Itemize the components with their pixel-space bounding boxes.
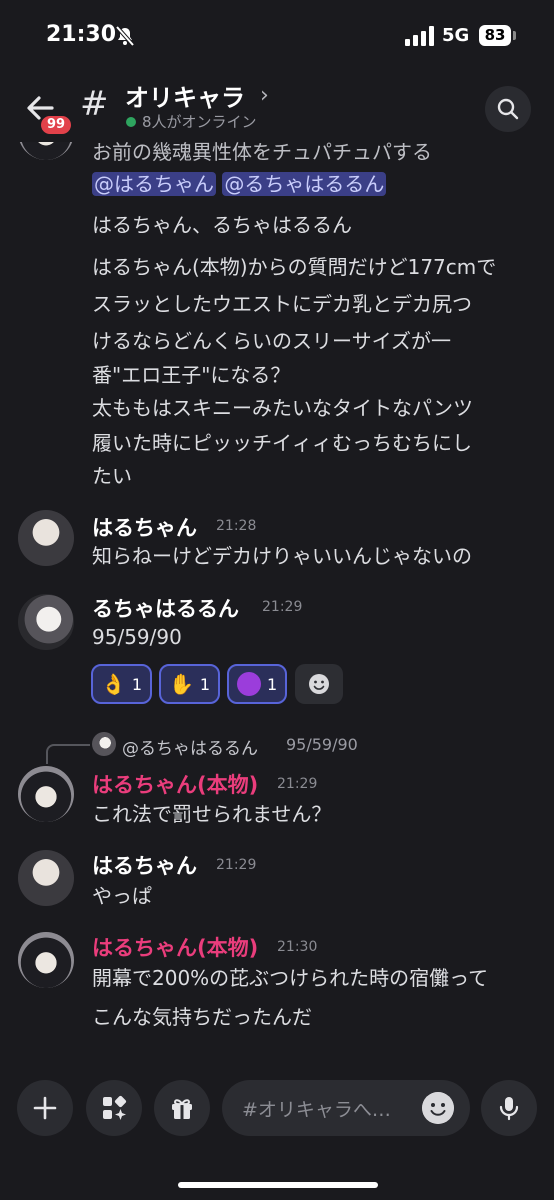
unread-badge: 99 <box>39 114 74 136</box>
reaction-count: 1 <box>199 674 211 694</box>
message-timestamp: 21:29 <box>216 857 257 873</box>
apps-sparkle-icon <box>103 1095 127 1120</box>
reaction-palm-up-hand[interactable]: ✋ 1 <box>159 664 221 704</box>
status-time: 21:30 <box>46 22 117 47</box>
message-timestamp: 21:30 <box>277 939 318 955</box>
reply-connector <box>46 744 90 764</box>
reaction-count: 1 <box>131 674 143 694</box>
message-input[interactable]: #オリキャラへ… <box>222 1080 470 1136</box>
message-text: お前の幾魂異性体をチュパチュパする <box>92 142 432 164</box>
pinching-hand-icon: 👌 <box>101 672 126 696</box>
home-indicator <box>178 1182 378 1188</box>
message-author[interactable]: はるちゃん(本物) <box>92 769 258 799</box>
mention[interactable]: @るちゃはるるん <box>222 172 387 196</box>
message-mentions: @はるちゃん @るちゃはるるん <box>92 168 387 197</box>
network-type: 5G <box>442 25 470 46</box>
message-text: これ法で罰せられません？ <box>92 802 332 826</box>
voice-message-button[interactable] <box>481 1080 537 1136</box>
message-text: 番"エロ王子"になる？ <box>92 363 291 387</box>
message-text: はるちゃん(本物)からの質問だけど177cmで <box>92 255 497 279</box>
microphone-icon <box>499 1097 519 1121</box>
palm-up-hand-icon: ✋ <box>169 672 194 696</box>
message-composer: #オリキャラへ… <box>0 1062 554 1200</box>
purple-circle-icon <box>237 672 261 696</box>
message-text: やっぱ <box>92 884 152 908</box>
message-timestamp: 21:28 <box>216 518 257 534</box>
online-count: 8人がオンライン <box>142 113 257 131</box>
avatar[interactable] <box>18 594 74 650</box>
smiley-icon <box>309 674 329 694</box>
channel-title[interactable]: オリキャラ <box>125 78 245 113</box>
message-text: こんな気持ちだったんだ <box>92 1005 312 1029</box>
message-text: 開幕で200%の芘ぶつけられた時の宿儺って <box>92 966 489 990</box>
reaction-count: 1 <box>267 674 278 694</box>
avatar[interactable] <box>18 142 74 160</box>
message-timestamp: 21:29 <box>277 776 318 792</box>
search-button[interactable] <box>485 86 531 132</box>
reaction-pinching-hand[interactable]: 👌 1 <box>91 664 153 704</box>
online-dot-icon <box>126 117 136 127</box>
message-author[interactable]: るちゃはるるん <box>92 593 239 623</box>
avatar[interactable] <box>18 510 74 566</box>
message-author[interactable]: はるちゃん <box>92 850 197 880</box>
reply-avatar <box>92 732 116 756</box>
apps-button[interactable] <box>86 1080 142 1136</box>
message-author[interactable]: はるちゃん <box>92 512 197 542</box>
emoji-picker-icon[interactable] <box>422 1092 454 1124</box>
avatar[interactable] <box>18 850 74 906</box>
add-attachment-button[interactable] <box>17 1080 73 1136</box>
reaction-bar: 👌 1 ✋ 1 1 <box>0 664 554 704</box>
message-author[interactable]: はるちゃん(本物) <box>92 932 258 962</box>
signal-icon <box>405 26 434 46</box>
reply-preview[interactable]: 95/59/90 <box>286 735 358 754</box>
message-text: けるならどんくらいのスリーサイズが一 <box>92 329 451 353</box>
gift-icon <box>172 1099 192 1119</box>
reaction-purple-circle[interactable]: 1 <box>227 664 288 704</box>
message-text: 95/59/90 <box>92 625 182 649</box>
reply-author[interactable]: @るちゃはるるん <box>122 734 258 759</box>
battery-tip <box>513 31 516 40</box>
search-icon <box>497 98 519 120</box>
gift-button[interactable] <box>154 1080 210 1136</box>
message-text: たい <box>92 464 132 488</box>
status-bar: 21:30 5G 83 <box>0 0 554 70</box>
channel-hash-icon: # <box>80 84 109 124</box>
channel-header: 99 # オリキャラ › 8人がオンライン <box>0 70 554 142</box>
chevron-right-icon[interactable]: › <box>260 83 269 108</box>
battery-indicator: 83 <box>479 25 511 46</box>
plus-icon <box>33 1096 57 1120</box>
message-input-placeholder: #オリキャラへ… <box>242 1099 391 1121</box>
message-text: スラッとしたウエストにデカ乳とデカ尻つ <box>92 292 472 316</box>
message-text: 太ももはスキニーみたいなタイトなパンツ <box>92 396 473 420</box>
avatar[interactable] <box>18 932 74 988</box>
message-list[interactable]: お前の幾魂異性体をチュパチュパする @はるちゃん @るちゃはるるん はるちゃん、… <box>0 142 554 1062</box>
mention[interactable]: @はるちゃん <box>92 172 216 196</box>
bell-off-icon <box>115 25 135 47</box>
message-text: 知らねーけどデカけりゃいいんじゃないの <box>92 544 472 568</box>
message-timestamp: 21:29 <box>262 599 303 615</box>
add-reaction-button[interactable] <box>295 664 343 704</box>
message-text: はるちゃん、るちゃはるるん <box>92 213 352 237</box>
avatar[interactable] <box>18 766 74 822</box>
message-text: 履いた時にピッッチイィィむっちむちにし <box>92 431 472 455</box>
